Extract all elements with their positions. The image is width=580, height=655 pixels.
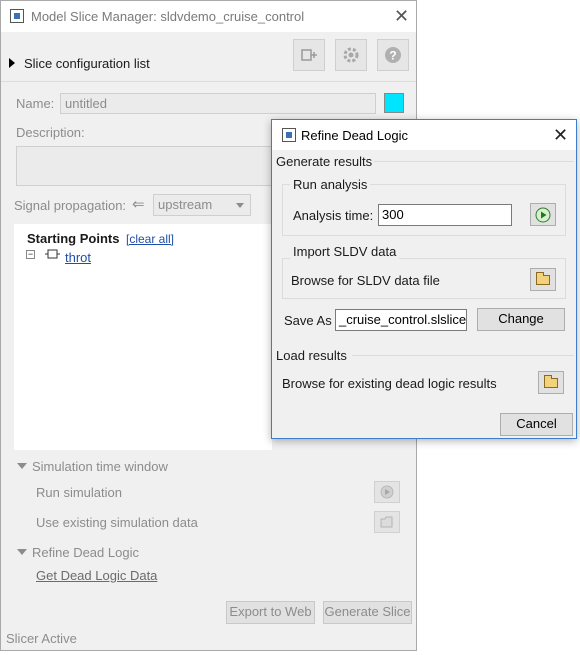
- play-icon: [380, 485, 394, 499]
- save-as-label: Save As: [284, 313, 332, 328]
- description-label: Description:: [16, 125, 85, 140]
- divider: [352, 355, 574, 356]
- chevron-down-icon: [236, 203, 244, 208]
- analysis-time-label: Analysis time:: [293, 208, 374, 223]
- run-analysis-label: Run analysis: [290, 177, 371, 192]
- divider: [374, 161, 574, 162]
- dialog-close-icon[interactable]: ✕: [553, 126, 568, 144]
- matlab-app-icon: [10, 9, 24, 23]
- run-simulation-button[interactable]: [374, 481, 400, 503]
- import-sldv-label: Import SLDV data: [290, 244, 400, 259]
- help-button[interactable]: ?: [377, 39, 409, 71]
- signal-propagation-label: Signal propagation:: [14, 198, 127, 213]
- clear-all-link[interactable]: [clear all]: [126, 232, 174, 246]
- run-simulation-label: Run simulation: [36, 485, 122, 500]
- name-label: Name:: [16, 96, 55, 111]
- play-icon: [535, 207, 551, 222]
- save-as-input[interactable]: _cruise_control.slslicex: [335, 309, 467, 331]
- refine-section-label[interactable]: Refine Dead Logic: [32, 545, 139, 560]
- folder-icon: [380, 516, 393, 528]
- expand-triangle-icon[interactable]: [9, 58, 15, 68]
- export-to-web-button[interactable]: Export to Web: [226, 601, 315, 624]
- description-field[interactable]: [16, 146, 273, 186]
- generate-results-label: Generate results: [276, 154, 373, 169]
- color-swatch[interactable]: [384, 93, 404, 113]
- simulation-section-label[interactable]: Simulation time window: [32, 459, 168, 474]
- add-config-button[interactable]: [293, 39, 325, 71]
- arrow-left-icon: ⇐: [132, 196, 145, 213]
- collapse-icon[interactable]: −: [26, 250, 35, 259]
- analysis-time-input[interactable]: 300: [378, 204, 512, 226]
- browse-sldv-label: Browse for SLDV data file: [291, 273, 440, 288]
- dialog-title: Refine Dead Logic: [301, 128, 408, 143]
- tree-item-throt[interactable]: throt: [65, 250, 91, 265]
- refine-dead-logic-dialog: Refine Dead Logic ✕ Generate results Run…: [271, 119, 577, 439]
- propagation-select[interactable]: upstream: [153, 194, 251, 216]
- main-titlebar: Model Slice Manager: sldvdemo_cruise_con…: [1, 1, 416, 32]
- gear-icon: [343, 47, 359, 63]
- folder-icon: [544, 374, 558, 388]
- main-window-title: Model Slice Manager: sldvdemo_cruise_con…: [31, 9, 305, 24]
- change-button[interactable]: Change: [477, 308, 565, 331]
- starting-points-label: Starting Points: [27, 231, 120, 246]
- use-existing-label: Use existing simulation data: [36, 515, 198, 530]
- dialog-titlebar: Refine Dead Logic ✕: [272, 120, 576, 150]
- folder-icon: [536, 271, 550, 285]
- browse-existing-button[interactable]: [538, 371, 564, 394]
- divider: [1, 81, 416, 82]
- main-close-icon[interactable]: ✕: [394, 7, 409, 25]
- slice-config-list-label[interactable]: Slice configuration list: [24, 56, 150, 71]
- generate-slice-button[interactable]: Generate Slice: [323, 601, 412, 624]
- get-dead-logic-link[interactable]: Get Dead Logic Data: [36, 568, 157, 583]
- settings-button[interactable]: [335, 39, 367, 71]
- open-sim-data-button[interactable]: [374, 511, 400, 533]
- svg-text:?: ?: [389, 49, 396, 63]
- browse-existing-label: Browse for existing dead logic results: [282, 376, 497, 391]
- propagation-value: upstream: [158, 197, 213, 212]
- name-field[interactable]: untitled: [60, 93, 376, 114]
- cancel-button[interactable]: Cancel: [500, 413, 573, 436]
- refine-expand-icon[interactable]: [17, 549, 27, 555]
- load-results-label: Load results: [276, 348, 347, 363]
- sim-expand-icon[interactable]: [17, 463, 27, 469]
- run-analysis-button[interactable]: [530, 203, 556, 226]
- help-icon: ?: [385, 47, 401, 63]
- browse-sldv-button[interactable]: [530, 268, 556, 291]
- add-config-icon: [301, 49, 317, 61]
- inport-block-icon: [45, 249, 60, 259]
- dialog-app-icon: [282, 128, 296, 142]
- status-text: Slicer Active: [6, 631, 77, 646]
